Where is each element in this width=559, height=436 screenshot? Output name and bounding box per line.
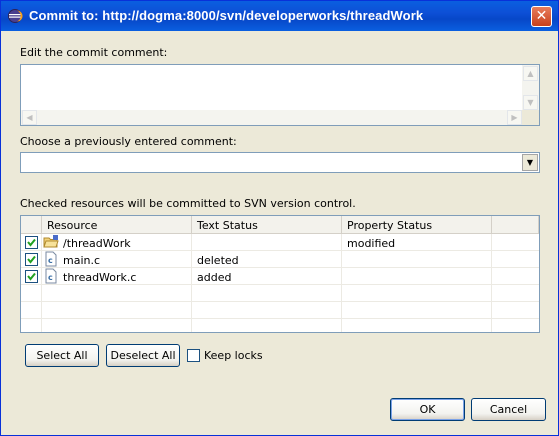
empty-row [21,302,539,319]
row-checkbox[interactable] [25,236,38,249]
table-row[interactable]: c main.c deleted [21,251,539,268]
scroll-left-icon[interactable]: ◀ [22,110,37,125]
keep-locks-checkbox[interactable] [187,349,200,362]
deselect-all-button[interactable]: Deselect All [106,344,180,367]
resource-name: /threadWork [63,237,131,250]
scrollbar-corner [522,110,539,125]
svg-text:c: c [48,256,53,265]
c-file-icon: c [45,251,57,267]
ok-button[interactable]: OK [390,398,465,421]
table-row[interactable]: /threadWork modified [21,234,539,251]
svg-text:c: c [48,273,53,282]
property-status: modified [347,237,396,250]
close-button[interactable]: ✕ [531,6,552,27]
column-header-resource[interactable]: Resource [42,216,192,234]
comment-vertical-scrollbar[interactable]: ▲ ▼ [522,65,539,111]
resource-name: main.c [63,254,101,267]
previous-comment-label: Choose a previously entered comment: [20,135,237,148]
title-bar[interactable]: Commit to: http://dogma:8000/svn/develop… [1,1,558,31]
select-all-button[interactable]: Select All [25,344,99,367]
previous-comment-combo[interactable]: ▼ [20,152,540,173]
resource-name: threadWork.c [63,271,137,284]
column-header-text-status[interactable]: Text Status [192,216,342,234]
column-header-property-status[interactable]: Property Status [342,216,492,234]
resources-table: Resource Text Status Property Status /th… [20,215,540,333]
keep-locks-label: Keep locks [204,349,263,362]
scroll-up-icon[interactable]: ▲ [523,66,538,81]
commit-dialog: Commit to: http://dogma:8000/svn/develop… [0,0,559,436]
close-icon: ✕ [535,8,548,24]
column-header-filler [492,216,539,234]
commit-comment-textarea[interactable]: ▲ ▼ ◀ ▶ [20,64,540,126]
checkmark-icon [27,238,36,247]
window-title: Commit to: http://dogma:8000/svn/develop… [29,8,424,23]
checkmark-icon [27,272,36,281]
dropdown-arrow-icon[interactable]: ▼ [522,154,538,171]
comment-horizontal-scrollbar[interactable]: ◀ ▶ [21,110,523,125]
row-checkbox[interactable] [25,270,38,283]
cancel-button[interactable]: Cancel [471,398,546,421]
comment-label: Edit the commit comment: [20,46,168,59]
project-folder-icon [43,235,59,248]
eclipse-icon [8,9,23,23]
scroll-right-icon[interactable]: ▶ [507,110,522,125]
table-row[interactable]: c threadWork.c added [21,268,539,285]
resources-label: Checked resources will be committed to S… [20,197,356,210]
scroll-down-icon[interactable]: ▼ [523,95,538,110]
row-checkbox[interactable] [25,253,38,266]
empty-row [21,285,539,302]
text-status: deleted [197,254,239,267]
c-file-icon: c [45,268,57,284]
column-header-check[interactable] [21,216,42,234]
text-status: added [197,271,232,284]
checkmark-icon [27,255,36,264]
